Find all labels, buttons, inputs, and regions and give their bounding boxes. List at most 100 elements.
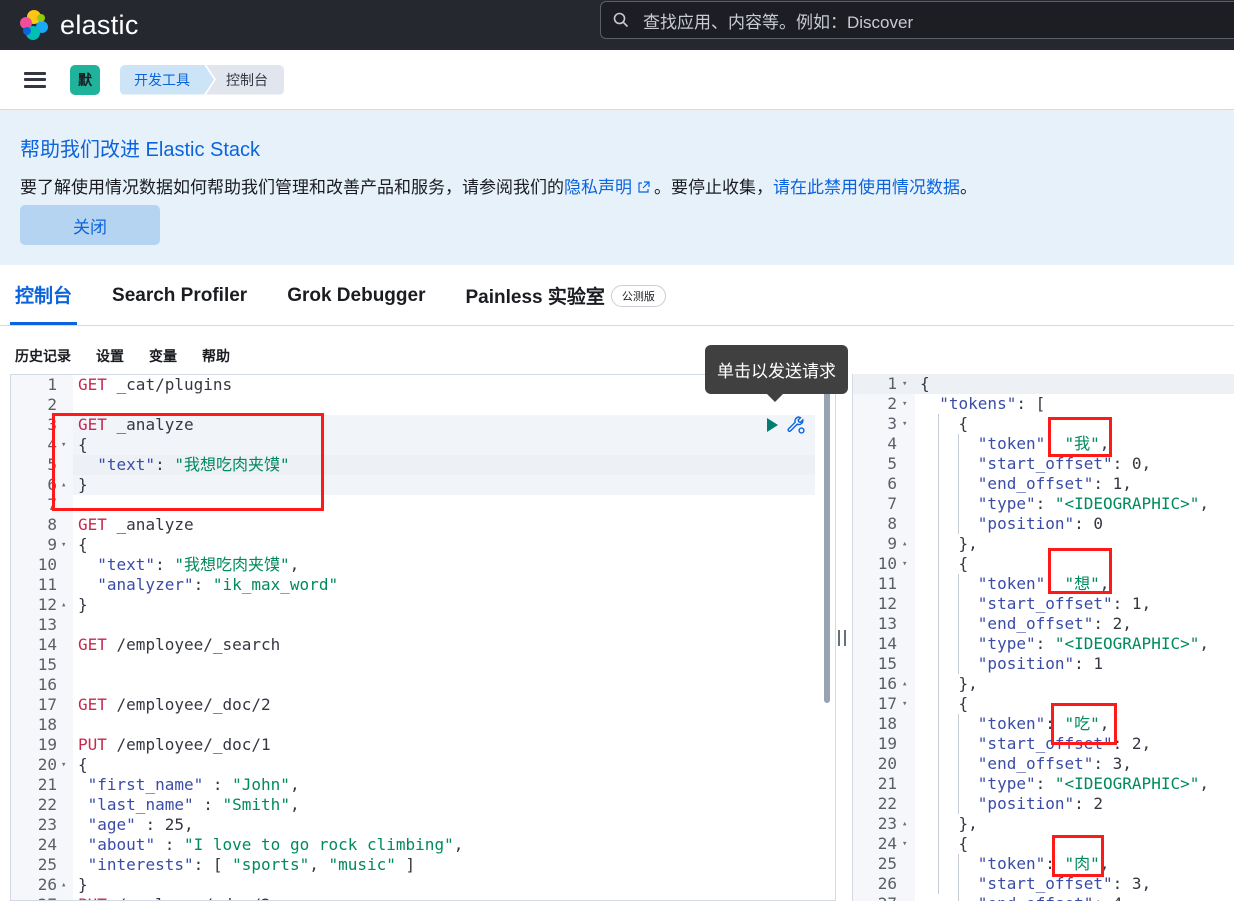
fold-toggle-icon[interactable]: ▾ xyxy=(902,554,907,574)
code-text: "type": "<IDEOGRAPHIC>", xyxy=(977,634,1209,653)
code-text: "interests": [ "sports", "music" ] xyxy=(87,855,416,874)
fold-toggle-icon[interactable]: ▾ xyxy=(902,834,907,854)
request-editor[interactable]: 1 GET _cat/plugins 2 3 GET _analyze 4 ▾{5 "tex… xyxy=(10,374,836,901)
line-number: 21 xyxy=(877,774,897,793)
fold-toggle-icon[interactable]: ▴ xyxy=(902,534,907,554)
line-number: 1 xyxy=(887,374,897,393)
line-number: 24 xyxy=(877,834,897,853)
external-link-icon xyxy=(638,181,650,193)
line-number: 11 xyxy=(37,575,57,594)
breadcrumb-dev-tools[interactable]: 开发工具 xyxy=(120,65,214,95)
code-text: } xyxy=(78,475,88,494)
help-button[interactable]: 帮助 xyxy=(202,346,230,366)
settings-button[interactable]: 设置 xyxy=(96,346,124,366)
line-number: 23 xyxy=(877,814,897,833)
space-avatar[interactable]: 默 xyxy=(70,64,100,95)
breadcrumb-console: 控制台 xyxy=(206,64,284,95)
fold-toggle-icon[interactable]: ▾ xyxy=(902,394,907,414)
line-number: 23 xyxy=(37,815,57,834)
privacy-statement-link[interactable]: 隐私声明 xyxy=(564,178,632,197)
line-number: 2 xyxy=(887,394,897,413)
fold-toggle-icon[interactable]: ▾ xyxy=(902,414,907,434)
line-number: 9 xyxy=(47,535,57,554)
variables-button[interactable]: 变量 xyxy=(149,346,177,366)
line-number: 13 xyxy=(877,614,897,633)
panel-resizer[interactable] xyxy=(838,630,846,648)
fold-toggle-icon[interactable]: ▴ xyxy=(61,595,66,615)
code-text: "analyzer": "ik_max_word" xyxy=(97,575,339,594)
line-number: 9 xyxy=(887,534,897,553)
line-number: 1 xyxy=(47,375,57,394)
fold-toggle-icon[interactable]: ▾ xyxy=(902,374,907,394)
tab-painless-lab[interactable]: Painless 实验室 公测版 xyxy=(461,266,671,325)
send-request-button[interactable] xyxy=(767,418,778,432)
fold-toggle-icon[interactable]: ▴ xyxy=(61,875,66,895)
line-number: 25 xyxy=(877,854,897,873)
callout-title: 帮助我们改进 Elastic Stack xyxy=(20,139,261,161)
tab-console[interactable]: 控制台 xyxy=(10,266,78,325)
line-number: 27 xyxy=(853,894,897,901)
code-text: "tokens": [ xyxy=(939,394,1046,413)
code-text: GET _cat/plugins xyxy=(78,375,233,394)
code-text: GET _analyze xyxy=(78,415,194,434)
breadcrumb-bar: 默 开发工具 控制台 xyxy=(0,50,1234,110)
code-text: { xyxy=(920,374,930,393)
line-number: 16 xyxy=(37,675,57,694)
elastic-logo-icon xyxy=(20,10,48,40)
line-number: 20 xyxy=(37,755,57,774)
code-text: { xyxy=(78,755,88,774)
code-text: "type": "<IDEOGRAPHIC>", xyxy=(977,494,1209,513)
code-text: GET /employee/_search xyxy=(78,635,281,654)
line-number: 25 xyxy=(37,855,57,874)
code-text: "token": "我", xyxy=(977,434,1110,453)
code-text: "start_offset": 2, xyxy=(977,734,1152,753)
fold-toggle-icon[interactable]: ▾ xyxy=(902,694,907,714)
line-number: 17 xyxy=(37,695,57,714)
close-button[interactable]: 关闭 xyxy=(20,205,160,245)
line-number: 6 xyxy=(887,474,897,493)
code-text: } xyxy=(78,875,88,894)
code-text: { xyxy=(78,435,88,454)
line-number: 24 xyxy=(37,835,57,854)
code-text: "first_name" : "John", xyxy=(87,775,300,794)
tab-grok-debugger[interactable]: Grok Debugger xyxy=(282,266,430,325)
code-text: "start_offset": 0, xyxy=(977,454,1152,473)
code-text: { xyxy=(920,834,969,853)
line-number: 15 xyxy=(877,654,897,673)
send-request-tooltip: 单击以发送请求 xyxy=(705,345,848,402)
line-number: 22 xyxy=(37,795,57,814)
fold-toggle-icon[interactable]: ▴ xyxy=(902,814,907,834)
code-text: "position": 2 xyxy=(977,794,1104,813)
wrench-icon[interactable] xyxy=(786,415,806,435)
fold-toggle-icon[interactable]: ▴ xyxy=(902,674,907,694)
disable-usage-data-link[interactable]: 请在此禁用使用情况数据 xyxy=(773,178,960,197)
breadcrumb: 开发工具 控制台 xyxy=(120,64,284,95)
line-number: 6 xyxy=(47,475,57,494)
fold-toggle-icon[interactable]: ▴ xyxy=(61,475,66,495)
fold-toggle-icon[interactable]: ▾ xyxy=(61,435,66,455)
editor-scrollbar[interactable] xyxy=(824,391,830,703)
history-button[interactable]: 历史记录 xyxy=(15,346,71,366)
global-search-input[interactable]: 查找应用、内容等。例如：Discover xyxy=(600,1,1234,39)
tab-search-profiler[interactable]: Search Profiler xyxy=(107,266,252,325)
line-number: 17 xyxy=(877,694,897,713)
code-text: GET _analyze xyxy=(78,515,194,534)
code-text: "end_offset": 2, xyxy=(977,614,1132,633)
line-number: 8 xyxy=(47,515,57,534)
line-number: 14 xyxy=(37,635,57,654)
indent-guide xyxy=(938,414,939,894)
line-number: 4 xyxy=(47,435,57,454)
dev-tools-tabs: 控制台 Search Profiler Grok Debugger Painle… xyxy=(0,266,1234,326)
line-number: 16 xyxy=(877,674,897,693)
beta-badge: 公测版 xyxy=(610,284,666,307)
indent-guide xyxy=(958,574,959,674)
elastic-logo[interactable]: elastic xyxy=(18,9,139,41)
line-number: 3 xyxy=(887,414,897,433)
code-text: "end_offset": 1, xyxy=(977,474,1132,493)
fold-toggle-icon[interactable]: ▾ xyxy=(61,755,66,775)
line-number: 13 xyxy=(37,615,57,634)
code-text: { xyxy=(920,554,969,573)
menu-toggle-button[interactable] xyxy=(24,71,46,88)
code-text: "token": "肉", xyxy=(977,854,1110,873)
fold-toggle-icon[interactable]: ▾ xyxy=(61,535,66,555)
